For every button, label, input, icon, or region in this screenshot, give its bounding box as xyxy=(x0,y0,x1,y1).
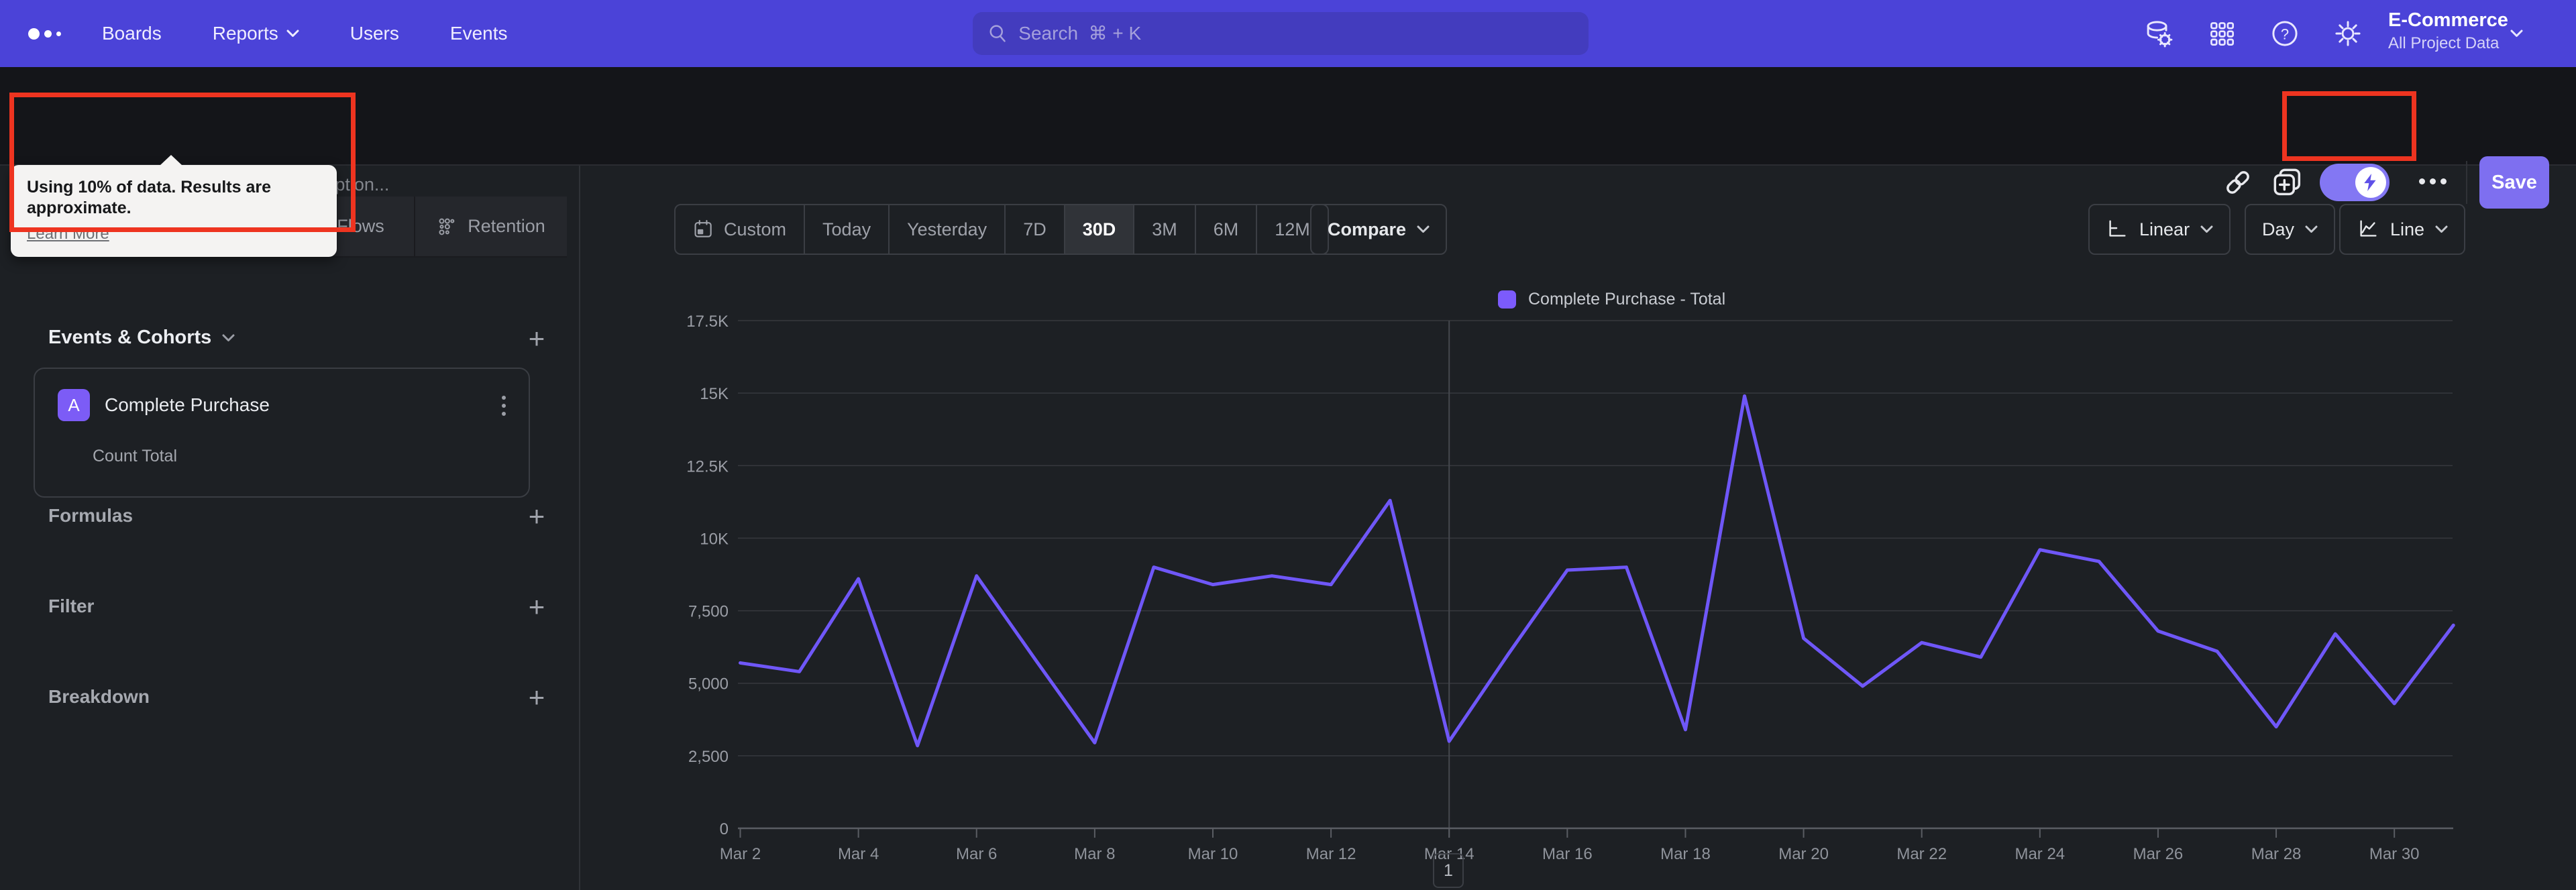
nav-item-users[interactable]: Users xyxy=(350,23,399,44)
tooltip-caret xyxy=(160,155,182,166)
svg-text:Mar 30: Mar 30 xyxy=(2369,845,2420,863)
kebab-menu-icon[interactable] xyxy=(496,390,511,421)
svg-text:15K: 15K xyxy=(700,385,729,403)
svg-text:Mar 2: Mar 2 xyxy=(720,845,761,863)
svg-text:Mar 4: Mar 4 xyxy=(838,845,879,863)
learn-more-link[interactable]: Learn More xyxy=(27,225,109,243)
event-name: Complete Purchase xyxy=(105,394,270,415)
page-indicator[interactable]: 1 xyxy=(1433,853,1464,888)
svg-text:12.5K: 12.5K xyxy=(686,457,729,476)
svg-text:?: ? xyxy=(2281,26,2289,43)
event-letter-badge: A xyxy=(58,389,90,421)
chevron-down-icon xyxy=(286,30,299,37)
svg-text:10K: 10K xyxy=(700,530,729,548)
nav-item-reports[interactable]: Reports xyxy=(213,23,299,44)
section-formulas: Formulas xyxy=(48,505,133,526)
retention-icon xyxy=(439,218,455,235)
svg-text:17.5K: 17.5K xyxy=(686,313,729,331)
event-metric[interactable]: Count Total xyxy=(93,447,177,466)
settings-gear-icon[interactable] xyxy=(2332,17,2364,50)
data-management-icon[interactable] xyxy=(2143,17,2175,50)
top-nav: Boards Reports Users Events Search ⌘ + K… xyxy=(0,0,2576,67)
add-filter-button[interactable]: + xyxy=(522,591,551,622)
chevron-down-icon xyxy=(222,334,235,341)
svg-text:Mar 24: Mar 24 xyxy=(2015,845,2065,863)
svg-text:Mar 12: Mar 12 xyxy=(1306,845,1356,863)
svg-text:Mar 16: Mar 16 xyxy=(1542,845,1593,863)
search-input[interactable] xyxy=(1018,23,1574,44)
project-selector[interactable]: E-Commerce All Project Data xyxy=(2388,9,2508,53)
svg-text:Mar 26: Mar 26 xyxy=(2133,845,2184,863)
line-chart[interactable]: 0 2,500 5,000 7,500 10K 12.5K 15K 17.5K Mar 2 Mar… xyxy=(579,164,2576,890)
svg-text:Mar 10: Mar 10 xyxy=(1188,845,1238,863)
apps-grid-icon[interactable] xyxy=(2206,17,2238,50)
help-icon[interactable]: ? xyxy=(2269,17,2301,50)
svg-text:Mar 18: Mar 18 xyxy=(1660,845,1711,863)
project-scope: All Project Data xyxy=(2388,34,2500,52)
nav-item-boards[interactable]: Boards xyxy=(102,23,162,44)
svg-text:Mar 8: Mar 8 xyxy=(1074,845,1115,863)
nav-item-events[interactable]: Events xyxy=(450,23,508,44)
sampling-tooltip: Using 10% of data. Results are approxima… xyxy=(11,155,337,257)
svg-text:5,000: 5,000 xyxy=(688,675,729,693)
svg-text:Mar 22: Mar 22 xyxy=(1896,845,1947,863)
section-breakdown: Breakdown xyxy=(48,686,150,707)
add-breakdown-button[interactable]: + xyxy=(522,681,551,713)
events-cohorts-header[interactable]: Events & Cohorts xyxy=(48,327,235,349)
add-formula-button[interactable]: + xyxy=(522,500,551,532)
nav-links: Boards Reports Users Events xyxy=(102,0,508,67)
search-icon xyxy=(989,25,1006,42)
section-filter: Filter xyxy=(48,596,95,616)
svg-text:0: 0 xyxy=(720,820,729,838)
svg-text:Mar 6: Mar 6 xyxy=(956,845,997,863)
report-toolbar: Untitled Sampled + Add description... Sa… xyxy=(0,67,2576,209)
add-event-button[interactable]: + xyxy=(522,323,551,354)
svg-text:2,500: 2,500 xyxy=(688,748,729,766)
tab-retention[interactable]: Retention xyxy=(414,197,567,258)
svg-text:Mar 28: Mar 28 xyxy=(2251,845,2302,863)
mixpanel-logo-icon[interactable] xyxy=(28,0,61,67)
event-card[interactable]: A Complete Purchase Count Total xyxy=(34,368,530,498)
tooltip-message: Using 10% of data. Results are approxima… xyxy=(27,178,272,218)
project-name: E-Commerce xyxy=(2388,9,2508,31)
global-search[interactable] xyxy=(973,12,1589,55)
svg-text:7,500: 7,500 xyxy=(688,603,729,621)
svg-text:Mar 20: Mar 20 xyxy=(1778,845,1829,863)
chevron-down-icon xyxy=(2510,30,2523,37)
